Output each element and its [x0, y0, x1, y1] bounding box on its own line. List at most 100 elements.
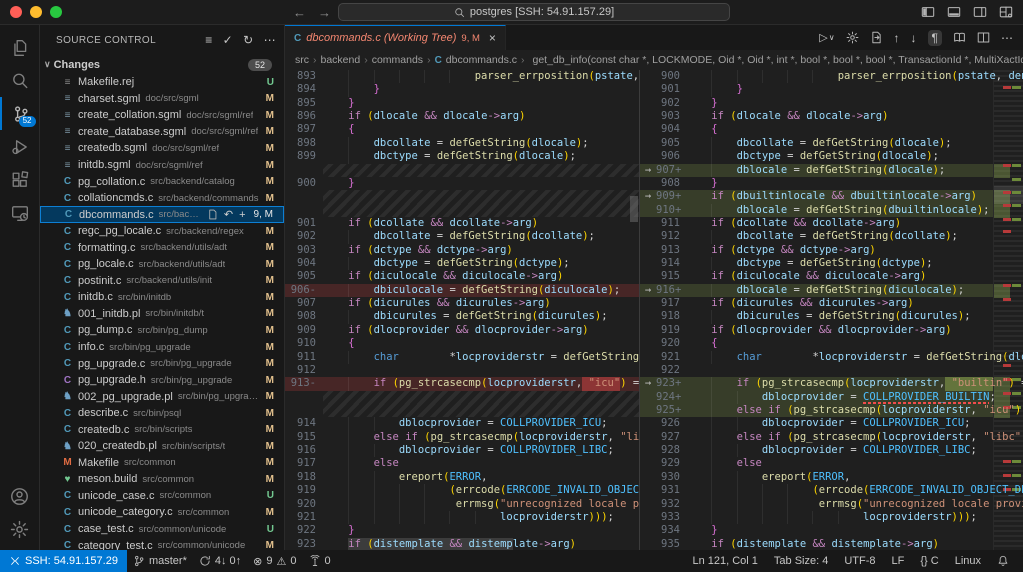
stage-changes-icon[interactable]: +: [239, 209, 245, 221]
code-line[interactable]: 902 }: [640, 97, 1023, 110]
os-indicator[interactable]: Linux: [949, 550, 987, 572]
minimize-window-button[interactable]: [30, 6, 42, 18]
discard-changes-icon[interactable]: ↶: [224, 208, 233, 221]
code-line[interactable]: 923 if (distemplate && distemplate->arg): [285, 538, 639, 550]
customize-layout-icon[interactable]: [999, 5, 1013, 19]
close-icon[interactable]: ×: [489, 31, 496, 45]
branch-indicator[interactable]: master*: [127, 550, 193, 572]
code-line[interactable]: 930 ereport(ERROR,: [640, 471, 1023, 484]
code-line[interactable]: 897 {: [285, 123, 639, 136]
commit-icon[interactable]: ✓: [223, 33, 233, 47]
open-changes-button[interactable]: [870, 31, 883, 44]
file-row[interactable]: ♥meson.buildsrc/commonM: [40, 471, 284, 488]
scrollbar-thumb[interactable]: [630, 196, 638, 222]
file-row[interactable]: Cpg_dump.csrc/bin/pg_dumpM: [40, 322, 284, 339]
file-row[interactable]: Cinfo.csrc/bin/pg_upgradeM: [40, 339, 284, 356]
sync-indicator[interactable]: 4↓ 0↑: [193, 550, 247, 572]
file-row[interactable]: ≡createdb.sgmldoc/src/sgml/refM: [40, 140, 284, 157]
code-line[interactable]: 929 else: [640, 457, 1023, 470]
code-line[interactable]: →907+ dblocale = defGetString(dlocale);: [640, 164, 1023, 177]
file-row-selected[interactable]: Cdbcommands.csrc/backend/…↶+9, M: [40, 206, 284, 223]
breadcrumb-src[interactable]: src: [295, 54, 309, 66]
revert-change-arrow-icon[interactable]: →: [640, 284, 656, 297]
code-line[interactable]: 927 else if (pg_strcasecmp(locproviderst…: [640, 431, 1023, 444]
breadcrumb-backend[interactable]: backend: [321, 54, 361, 66]
file-row[interactable]: Cdescribe.csrc/bin/psqlM: [40, 405, 284, 422]
problems-indicator[interactable]: ⊗ 9 ⚠ 0: [247, 550, 302, 572]
minimap[interactable]: [993, 70, 1023, 550]
activity-source-control[interactable]: 52: [0, 97, 40, 130]
code-line[interactable]: →923+ if (pg_strcasecmp(locproviderstr, …: [640, 377, 1023, 390]
code-line[interactable]: 893 parser_errposition(pstate, dencod: [285, 70, 639, 83]
file-row[interactable]: Cinitdb.csrc/bin/initdbM: [40, 289, 284, 306]
code-line[interactable]: 934 }: [640, 524, 1023, 537]
code-line[interactable]: 906- dbiculocale = defGetString(diculoca…: [285, 284, 639, 297]
changes-section-header[interactable]: ∨ Changes 52: [40, 55, 284, 74]
code-line[interactable]: 913 if (dctype && dctype->arg): [640, 244, 1023, 257]
file-row[interactable]: ≡create_database.sgmldoc/src/sgml/refM: [40, 124, 284, 141]
activity-remote-explorer[interactable]: [0, 196, 40, 229]
code-line[interactable]: 913- if (pg_strcasecmp(locproviderstr, "…: [285, 377, 639, 390]
file-row[interactable]: ≡create_collation.sgmldoc/src/sgml/refM: [40, 107, 284, 124]
code-line[interactable]: 907 if (dicurules && dicurules->arg): [285, 297, 639, 310]
code-line[interactable]: 911 char *locproviderstr = defGetString(…: [285, 351, 639, 364]
code-line[interactable]: 921 char *locproviderstr = defGetString(…: [640, 351, 1023, 364]
code-line[interactable]: 904 {: [640, 123, 1023, 136]
activity-explorer[interactable]: [0, 31, 40, 64]
code-line[interactable]: 900 }: [285, 177, 639, 190]
view-as-list-icon[interactable]: ≡: [205, 33, 212, 47]
run-file-button[interactable]: ▷∨: [819, 31, 834, 44]
file-row[interactable]: ≡Makefile.rejU: [40, 74, 284, 91]
code-line[interactable]: 904 dbctype = defGetString(dctype);: [285, 257, 639, 270]
code-line[interactable]: 935 if (distemplate && distemplate->arg): [640, 538, 1023, 550]
file-row[interactable]: Cpostinit.csrc/backend/utils/initM: [40, 273, 284, 290]
code-line[interactable]: 894 }: [285, 83, 639, 96]
eol-indicator[interactable]: LF: [886, 550, 911, 572]
file-row[interactable]: Ccollationcmds.csrc/backend/commandsM: [40, 190, 284, 207]
close-window-button[interactable]: [10, 6, 22, 18]
code-line[interactable]: 916 dblocprovider = COLLPROVIDER_LIBC;: [285, 444, 639, 457]
code-line[interactable]: 922: [640, 364, 1023, 377]
code-line[interactable]: 920 errmsg("unrecognized locale provider…: [285, 498, 639, 511]
code-line[interactable]: 903 if (dlocale && dlocale->arg): [640, 110, 1023, 123]
code-line[interactable]: 918 dbicurules = defGetString(dicurules)…: [640, 310, 1023, 323]
code-line[interactable]: 920 {: [640, 337, 1023, 350]
file-row[interactable]: Ccategory_test.csrc/common/unicodeM: [40, 537, 284, 550]
code-line[interactable]: 932 errmsg("unrecognized locale provider…: [640, 498, 1023, 511]
breadcrumb-commands[interactable]: commands: [372, 54, 423, 66]
activity-extensions[interactable]: [0, 163, 40, 196]
revert-change-arrow-icon[interactable]: →: [640, 377, 656, 390]
activity-settings[interactable]: [0, 513, 40, 546]
file-row[interactable]: ♞002_pg_upgrade.plsrc/bin/pg_upgrade/tM: [40, 388, 284, 405]
revert-change-arrow-icon[interactable]: →: [640, 164, 656, 177]
file-row[interactable]: Ccase_test.csrc/common/unicodeU: [40, 521, 284, 538]
toggle-panel-icon[interactable]: [947, 5, 961, 19]
encoding[interactable]: UTF-8: [838, 550, 881, 572]
history-back-button[interactable]: ←: [293, 5, 306, 20]
tab-dbcommands[interactable]: C dbcommands.c (Working Tree) 9, M ×: [285, 25, 506, 50]
code-line[interactable]: 931 (errcode(ERRCODE_INVALID_OBJECT_DEFI…: [640, 484, 1023, 497]
more-actions-icon[interactable]: ⋯: [1001, 31, 1013, 45]
language-mode[interactable]: {} C: [914, 550, 944, 572]
revert-change-arrow-icon[interactable]: →: [640, 190, 656, 203]
file-row[interactable]: Cpg_upgrade.csrc/bin/pg_upgradeM: [40, 355, 284, 372]
code-line[interactable]: 921 locproviderstr)));: [285, 511, 639, 524]
code-line[interactable]: →909+ if (dbuiltinlocale && dbuiltinloca…: [640, 190, 1023, 203]
file-row[interactable]: Cunicode_category.csrc/commonM: [40, 504, 284, 521]
code-line[interactable]: 908 dbicurules = defGetString(dicurules)…: [285, 310, 639, 323]
code-line[interactable]: 905 dbcollate = defGetString(dlocale);: [640, 137, 1023, 150]
code-line[interactable]: 914 dblocprovider = COLLPROVIDER_ICU;: [285, 417, 639, 430]
code-line[interactable]: 909 if (dlocprovider && dlocprovider->ar…: [285, 324, 639, 337]
code-line[interactable]: 911 if (dcollate && dcollate->arg): [640, 217, 1023, 230]
code-line[interactable]: 895 }: [285, 97, 639, 110]
code-line[interactable]: 915 else if (pg_strcasecmp(locproviderst…: [285, 431, 639, 444]
notifications-bell[interactable]: [991, 550, 1015, 572]
refresh-icon[interactable]: ↻: [243, 33, 253, 47]
file-row[interactable]: MMakefilesrc/commonM: [40, 455, 284, 472]
file-row[interactable]: Ccreatedb.csrc/bin/scriptsM: [40, 421, 284, 438]
code-line[interactable]: 896 if (dlocale && dlocale->arg): [285, 110, 639, 123]
code-line[interactable]: 903 if (dctype && dctype->arg): [285, 244, 639, 257]
code-line[interactable]: 918 ereport(ERROR,: [285, 471, 639, 484]
code-line[interactable]: 917 else: [285, 457, 639, 470]
activity-search[interactable]: [0, 64, 40, 97]
